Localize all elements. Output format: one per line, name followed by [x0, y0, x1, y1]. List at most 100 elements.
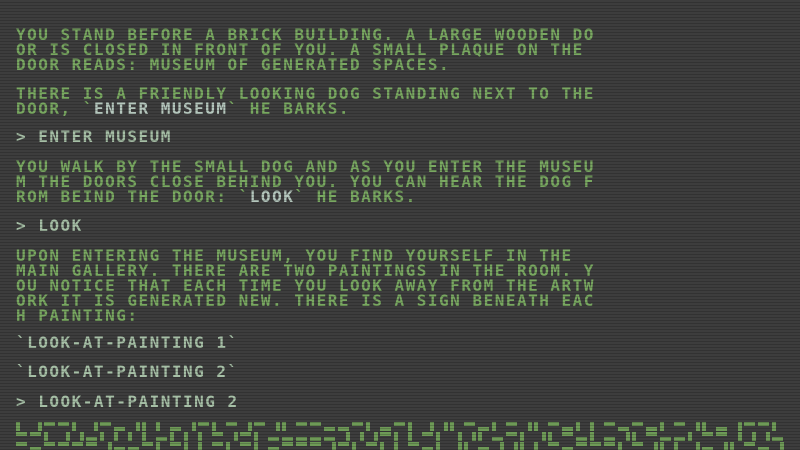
player-command: > LOOK — [16, 216, 83, 235]
maze-segment — [44, 442, 55, 446]
maze-segment — [464, 442, 468, 450]
maze-segment — [688, 432, 692, 441]
maze-segment — [408, 442, 419, 446]
maze-segment — [58, 422, 69, 426]
maze-segment — [100, 432, 104, 441]
maze-segment — [422, 432, 433, 436]
maze-segment — [352, 422, 363, 426]
maze-segment — [548, 422, 559, 426]
maze-segment — [626, 432, 630, 441]
text-fragment: ` HE BARKS. — [227, 99, 350, 118]
maze-segment — [534, 442, 538, 450]
maze-segment — [268, 437, 279, 441]
maze-segment — [766, 432, 770, 441]
maze-segment — [254, 422, 265, 426]
maze-segment — [576, 422, 580, 431]
maze-segment — [72, 442, 83, 446]
maze-segment — [86, 442, 97, 446]
maze-segment — [86, 437, 97, 441]
maze-segment — [660, 422, 664, 431]
maze-segment — [430, 422, 434, 431]
text-fragment: DOOR, ` — [16, 99, 94, 118]
maze-segment — [212, 432, 223, 436]
maze-segment — [374, 432, 378, 441]
narrative-line: H PAINTING: — [16, 306, 139, 325]
maze-segment — [674, 442, 678, 450]
maze-segment — [248, 422, 252, 431]
maze-segment — [562, 432, 573, 436]
maze-segment — [142, 422, 146, 431]
maze-segment — [170, 427, 181, 431]
player-command: > LOOK-AT-PAINTING 2 — [16, 392, 239, 411]
maze-segment — [632, 432, 636, 441]
maze-segment — [282, 422, 286, 431]
text-fragment: ROM BEIND THE DOOR: ` — [16, 187, 250, 206]
maze-segment — [696, 442, 700, 450]
maze-segment — [458, 442, 462, 450]
narrative-line: DOOR READS: MUSEUM OF GENERATED SPACES. — [16, 55, 451, 74]
maze-segment — [450, 422, 454, 431]
maze-segment — [738, 432, 742, 441]
maze-segment — [226, 442, 230, 450]
maze-segment — [520, 442, 524, 450]
maze-segment — [282, 437, 293, 441]
maze-segment — [674, 437, 685, 441]
maze-segment — [654, 442, 658, 450]
maze-segment — [618, 442, 622, 450]
maze-segment — [30, 432, 41, 436]
maze-segment — [394, 422, 405, 426]
maze-segment — [464, 422, 475, 426]
maze-segment — [702, 422, 706, 431]
maze-segment — [72, 422, 76, 431]
maze-segment — [744, 422, 755, 426]
maze-segment — [192, 422, 196, 431]
maze-segment — [724, 442, 728, 450]
maze-segment — [472, 432, 476, 441]
maze-segment — [296, 442, 307, 446]
maze-segment — [184, 442, 188, 450]
generated-painting-pattern — [16, 422, 784, 450]
maze-segment — [478, 427, 489, 431]
maze-segment — [408, 432, 412, 441]
maze-segment — [632, 422, 643, 426]
maze-segment — [170, 442, 181, 446]
maze-segment — [198, 422, 209, 426]
maze-segment — [492, 422, 496, 431]
maze-segment — [730, 442, 734, 450]
maze-segment — [534, 422, 538, 431]
maze-segment — [548, 442, 559, 446]
maze-segment — [576, 442, 587, 446]
maze-segment — [128, 432, 132, 441]
maze-segment — [366, 442, 377, 446]
game-screen[interactable]: YOU STAND BEFORE A BRICK BUILDING. A LAR… — [0, 0, 800, 450]
maze-segment — [506, 432, 517, 436]
maze-segment — [276, 422, 280, 431]
maze-segment — [646, 432, 657, 436]
maze-segment — [738, 422, 742, 431]
maze-segment — [542, 432, 546, 441]
maze-segment — [716, 432, 727, 436]
narrative-line: ROM BEIND THE DOOR: `LOOK` HE BARKS. — [16, 187, 417, 206]
maze-segment — [338, 442, 349, 446]
maze-segment — [184, 432, 188, 441]
maze-segment — [114, 427, 125, 431]
maze-segment — [702, 432, 713, 436]
maze-segment — [752, 432, 756, 441]
maze-segment — [444, 422, 448, 431]
maze-segment — [136, 422, 140, 431]
maze-segment — [590, 442, 601, 446]
maze-segment — [212, 422, 216, 431]
maze-segment — [310, 442, 321, 446]
maze-segment — [660, 442, 664, 450]
painting-sign-1: `LOOK-AT-PAINTING 1` — [16, 333, 239, 352]
maze-segment — [380, 432, 391, 436]
maze-segment — [310, 437, 321, 441]
hint-command: ENTER MUSEUM — [93, 99, 228, 118]
maze-segment — [618, 427, 629, 431]
maze-segment — [514, 442, 518, 450]
maze-segment — [240, 442, 251, 446]
maze-segment — [58, 442, 69, 446]
maze-segment — [310, 422, 321, 426]
maze-segment — [360, 432, 364, 441]
text-fragment: ` HE BARKS. — [294, 187, 417, 206]
